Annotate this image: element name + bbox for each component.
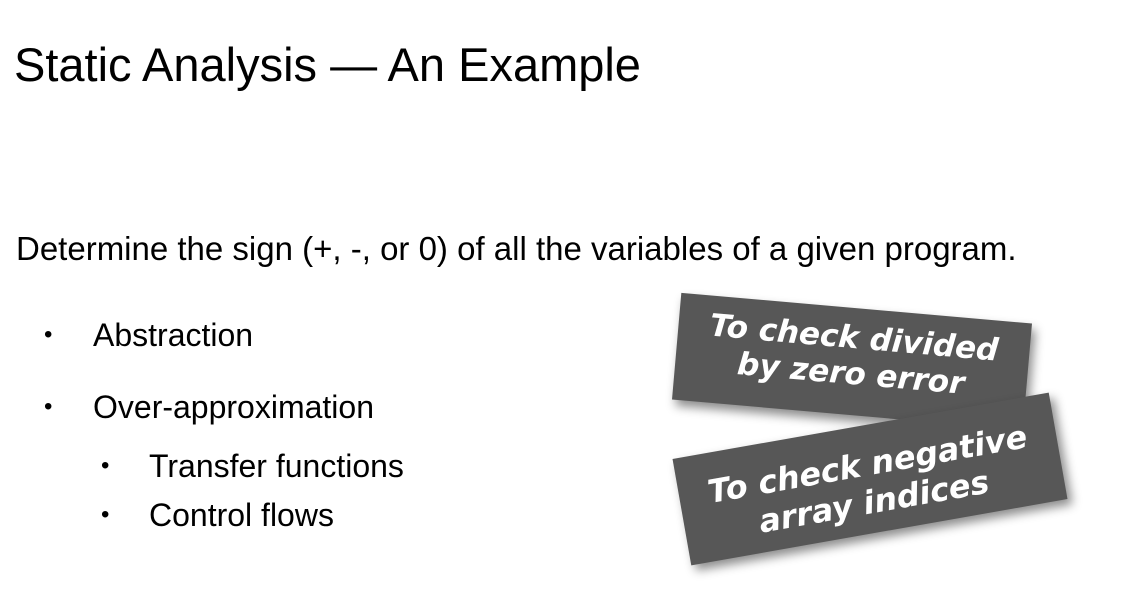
bullet-text: Control flows: [149, 497, 334, 533]
intro-text: Determine the sign (+, -, or 0) of all t…: [16, 230, 1017, 267]
bullet-text: Transfer functions: [149, 448, 404, 484]
bullet-text: Over-approximation: [93, 389, 374, 425]
bullet-text: Abstraction: [93, 317, 254, 353]
bullet-marker: •: [44, 321, 53, 348]
bullet-marker: •: [101, 452, 110, 479]
slide-title: Static Analysis — An Example: [14, 38, 641, 91]
bullet-marker: •: [44, 393, 53, 420]
sticky-note-negative-indices: To check negative array indices: [672, 392, 1068, 566]
bullet-marker: •: [101, 501, 110, 528]
